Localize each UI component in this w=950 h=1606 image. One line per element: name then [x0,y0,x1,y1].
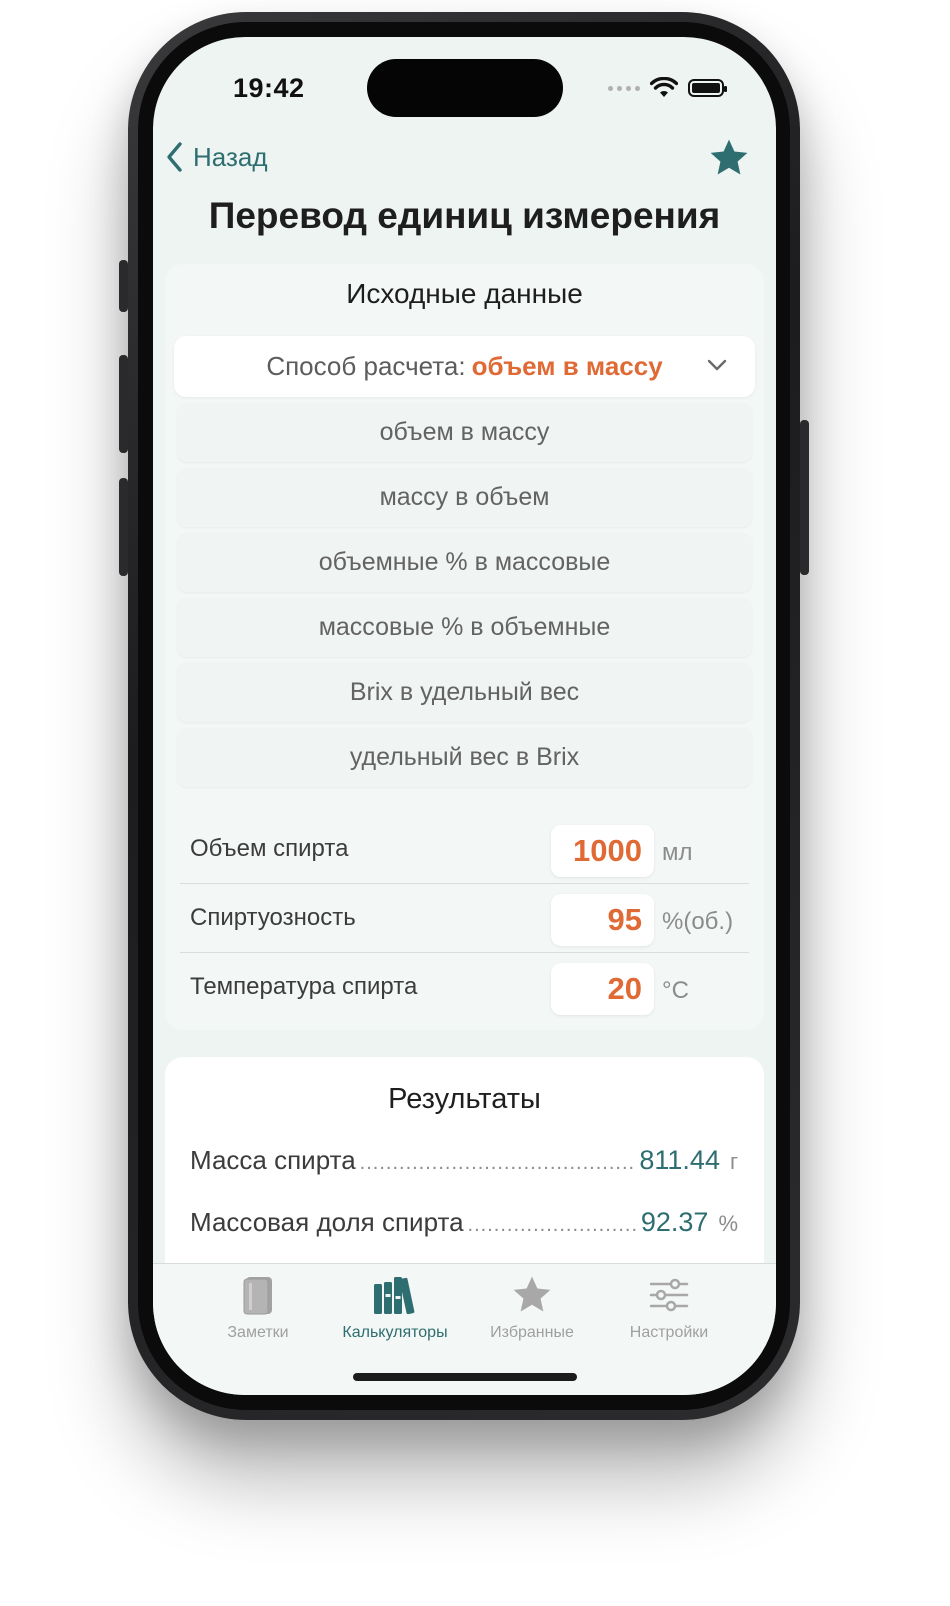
field-label: Спиртуозность [190,904,356,931]
tab-settings[interactable]: Настройки [599,1272,739,1352]
field-unit: °C [662,977,689,1004]
chevron-left-icon [167,142,182,172]
method-options-list: объем в массу массу в объем объемные % в… [177,403,752,793]
result-row-mass-fraction: Массовая доля спирта 92.37 % [190,1207,738,1238]
result-row-alcohol-mass: Масса спирта 811.44 г [190,1145,738,1176]
result-label: Масса спирта [190,1145,356,1175]
field-unit: мл [662,839,693,866]
cellular-signal-icon [608,85,640,91]
method-value: объем в массу [471,351,663,381]
tab-label: Калькуляторы [342,1324,448,1341]
wifi-icon [650,77,678,97]
input-fields: Объем спирта 1000 мл Спиртуозность 95 %(… [180,815,749,1021]
status-indicators [608,77,727,99]
volume-down-button [119,478,128,576]
power-button [800,420,809,575]
result-unit: % [718,1211,738,1236]
tab-label: Заметки [227,1324,289,1341]
alcohol-strength-input[interactable]: 95 [551,894,654,946]
volume-up-button [119,355,128,453]
star-icon [710,139,748,175]
method-option[interactable]: массовые % в объемные [177,598,752,657]
battery-icon [688,79,727,97]
method-option[interactable]: массу в объем [177,468,752,527]
method-option[interactable]: объемные % в массовые [177,533,752,592]
page-title: Перевод единиц измерения [208,195,721,236]
dynamic-island [367,59,563,117]
dotted-leader [468,1214,637,1237]
stage: 19:42 Назад Перевод единиц измерения Исх… [0,0,950,1606]
input-card: Исходные данные Способ расчета: объем в … [165,264,764,1030]
alcohol-temperature-input[interactable]: 20 [551,963,654,1015]
notebook-icon [243,1277,272,1315]
method-option[interactable]: объем в массу [177,403,752,462]
action-button [119,260,128,312]
input-card-title: Исходные данные [346,278,583,309]
result-value: 92.37 [640,1207,709,1237]
tab-favorites[interactable]: Избранные [462,1272,602,1352]
result-unit: г [729,1149,738,1174]
dotted-leader [360,1152,636,1175]
field-row-alcohol-volume: Объем спирта 1000 мл [180,815,749,884]
calculation-method-select[interactable]: Способ расчета: объем в массу [174,336,755,397]
field-row-alcohol-temperature: Температура спирта 20 °C [180,953,749,1021]
sliders-icon [649,1278,689,1312]
tab-label: Избранные [490,1324,574,1341]
chevron-down-icon [707,359,727,371]
back-button[interactable]: Назад [165,141,268,173]
favorite-star-button[interactable] [708,137,750,184]
books-icon [374,1277,415,1315]
app-screen: 19:42 Назад Перевод единиц измерения Исх… [153,37,776,1395]
field-row-alcohol-strength: Спиртуозность 95 %(об.) [180,884,749,953]
method-option[interactable]: Brix в удельный вес [177,663,752,722]
field-label: Температура спирта [190,973,418,1000]
tab-label: Настройки [629,1324,709,1341]
results-card-title: Результаты [388,1083,541,1115]
result-label: Массовая доля спирта [190,1207,464,1237]
home-indicator[interactable] [353,1373,577,1381]
status-time: 19:42 [233,73,305,103]
star-icon [513,1276,551,1312]
back-label: Назад [193,141,268,172]
tab-notes[interactable]: Заметки [188,1272,328,1352]
alcohol-volume-input[interactable]: 1000 [551,825,654,877]
result-value: 811.44 [639,1145,720,1175]
field-unit: %(об.) [662,908,734,935]
field-label: Объем спирта [190,835,349,862]
method-prefix: Способ расчета: [266,351,466,381]
method-option[interactable]: удельный вес в Brix [177,728,752,787]
tab-calculators[interactable]: Калькуляторы [325,1272,465,1352]
